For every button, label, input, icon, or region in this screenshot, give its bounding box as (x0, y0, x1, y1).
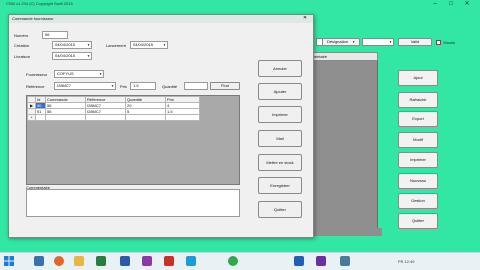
app-icon[interactable] (340, 256, 350, 266)
modif-button[interactable]: Modif (398, 132, 438, 148)
table-row-new[interactable]: * (27, 114, 200, 121)
cell-prix[interactable] (165, 114, 200, 121)
annuler-button[interactable]: Annuler (258, 60, 302, 77)
shark-icon[interactable] (34, 256, 44, 266)
lancement-date-picker[interactable]: 04/04/2015 ▼ (130, 41, 168, 49)
chevron-down-icon: ▼ (87, 43, 90, 47)
prix-field[interactable]: 1.5 (130, 82, 156, 90)
firefox-icon[interactable] (54, 256, 64, 266)
lancement-label: Lancement (106, 43, 126, 48)
maximize-icon[interactable]: □ (446, 1, 456, 8)
ajouter-button[interactable]: Ajouter (258, 83, 302, 100)
dialog-close-icon[interactable]: ✕ (300, 15, 310, 22)
excel-icon[interactable] (142, 256, 152, 266)
stocks-checkbox[interactable] (436, 40, 441, 45)
chevron-down-icon: ▼ (99, 72, 102, 76)
folder-icon[interactable] (74, 256, 84, 266)
stocks-checkbox-label: Stocks (443, 40, 456, 45)
numero-field[interactable]: 56 (42, 31, 68, 39)
reference-label: Référence (26, 84, 45, 89)
prix-label: Prix (120, 84, 127, 89)
mail-button[interactable]: Mail (258, 130, 302, 147)
commentaire-textarea[interactable] (26, 189, 240, 217)
enregistrer-button[interactable]: Enregistrer (258, 177, 302, 194)
creation-label: Création (14, 43, 30, 48)
quantite-field[interactable] (184, 82, 208, 90)
row-marker: * (27, 114, 36, 121)
chevron-down-icon: ▼ (87, 54, 90, 58)
quitter-dialog-button[interactable]: Quitter (258, 201, 302, 218)
cell-quantite[interactable] (125, 114, 166, 121)
quitter-main-button[interactable]: Quitter (398, 213, 438, 229)
ajout-button[interactable]: Ajout (398, 70, 438, 86)
gestion-button[interactable]: Gestion (398, 193, 438, 209)
find-button[interactable]: Find (210, 82, 240, 90)
cell-commande[interactable] (45, 114, 86, 121)
cell-reference[interactable] (85, 114, 126, 121)
close-icon[interactable]: ✕ (462, 1, 472, 8)
pdf-icon[interactable] (164, 256, 174, 266)
media-icon[interactable] (96, 256, 106, 266)
livraison-label: Livraison (14, 54, 31, 59)
valid-button[interactable]: Valid (398, 38, 432, 46)
designation-dropdown[interactable]: Désignation ▼ (322, 38, 360, 46)
imprimer-dialog-button[interactable]: Imprimer (258, 106, 302, 123)
designation-input[interactable]: ▼ (362, 38, 394, 46)
word-icon[interactable] (120, 256, 130, 266)
outlook-icon[interactable] (294, 256, 304, 266)
main-window-title: CSM v1.234 (C) Copyright Swift 2015 (6, 1, 73, 6)
dialog-titlebar (9, 15, 313, 23)
system-tray-clock[interactable]: FR 12:49 (398, 259, 414, 264)
chrome-icon[interactable] (228, 256, 238, 266)
skype-icon[interactable] (186, 256, 196, 266)
rafraichir-button[interactable]: Rafraichir (398, 92, 438, 108)
livraison-date-picker[interactable]: 04/04/2015 ▼ (52, 52, 92, 60)
start-icon[interactable] (4, 256, 14, 266)
creation-date-picker[interactable]: 04/04/2015 ▼ (52, 41, 92, 49)
chevron-down-icon: ▼ (111, 84, 114, 88)
mettre-en-stock-button[interactable]: Mettre en stock (258, 154, 302, 171)
chevron-down-icon: ▼ (163, 43, 166, 47)
quantite-label: Quantité (162, 84, 178, 89)
imprimer-button[interactable]: Imprimer (398, 152, 438, 168)
fournisseur-dropdown[interactable]: COFYUS ▼ (54, 70, 104, 78)
dialog-title: Commande fournisseur (12, 16, 54, 21)
export-button[interactable]: Export (398, 111, 438, 127)
cell-id[interactable] (35, 114, 46, 121)
nouveau-button[interactable]: Nouveau (398, 173, 438, 189)
order-lines-grid[interactable]: Id Commande Référence Quantité Prix ▶ 50… (26, 95, 240, 185)
numero-label: Numéro (14, 33, 29, 38)
vs-icon[interactable] (316, 256, 326, 266)
reference-dropdown[interactable]: I28MC7 ▼ (54, 82, 116, 90)
minimize-icon[interactable]: – (430, 1, 440, 8)
fournisseur-label: Fournisseur (26, 72, 48, 77)
